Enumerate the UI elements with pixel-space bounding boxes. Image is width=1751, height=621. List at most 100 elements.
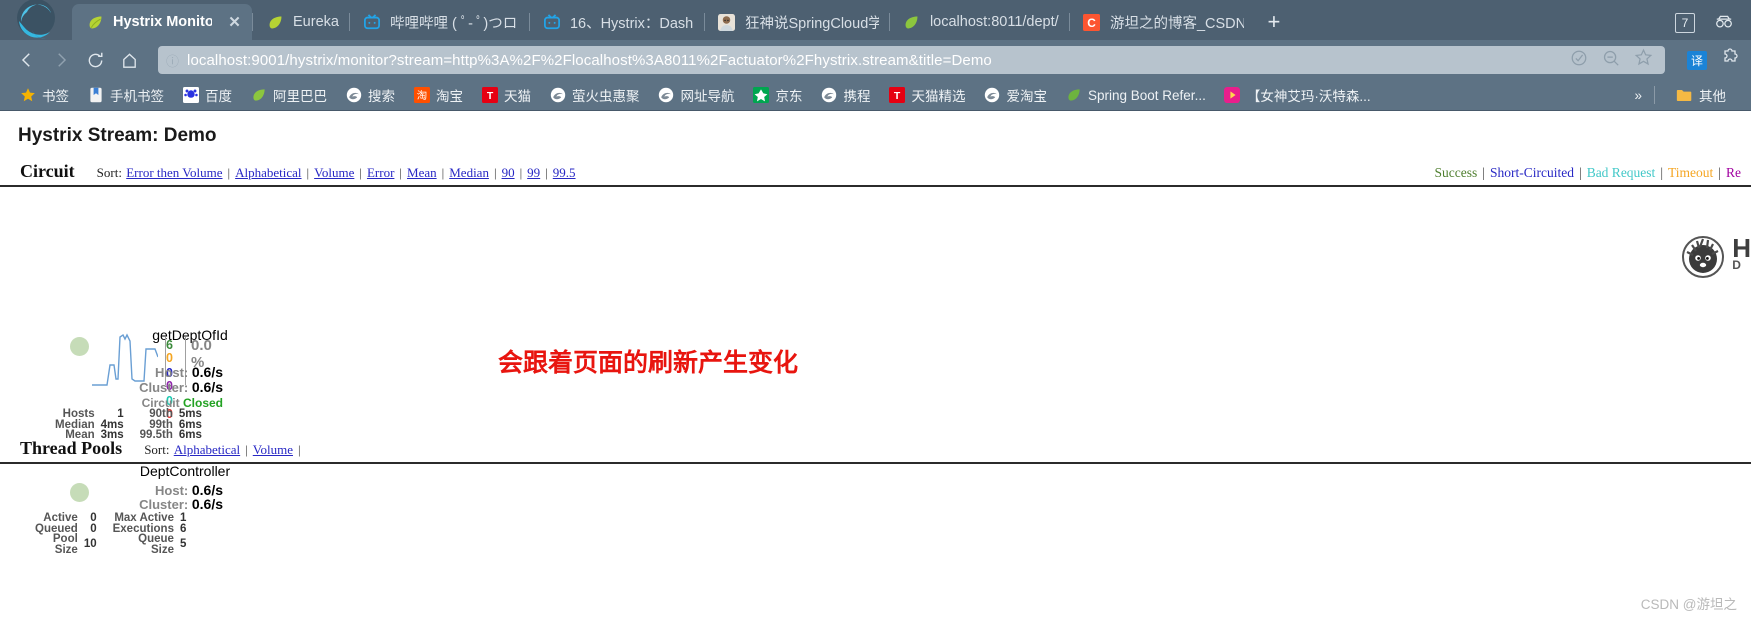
- tab-kuangshenshuo[interactable]: 狂神说SpringCloud学: [703, 4, 889, 40]
- svg-text:T: T: [894, 91, 901, 102]
- bookmark-item-xiecheng[interactable]: 携程: [812, 82, 880, 108]
- tab-csdn-blog[interactable]: C 游坦之的博客_CSDN博: [1068, 4, 1254, 40]
- bookmark-item-emma-watson-video[interactable]: 【女神艾玛·沃特森...: [1215, 82, 1380, 108]
- svg-text:C: C: [1088, 15, 1097, 29]
- bookmarks-overflow-button[interactable]: »: [1634, 88, 1642, 103]
- bookmark-item-shuqian[interactable]: 书签: [10, 82, 78, 108]
- bookmark-item-aitaobao[interactable]: 爱淘宝: [975, 82, 1057, 108]
- bookmark-label: 天猫: [504, 89, 531, 104]
- tab-hystrix-monitor[interactable]: Hystrix Monitor ✕: [72, 4, 252, 40]
- extensions-icon[interactable]: [1721, 47, 1741, 73]
- sort-median[interactable]: Median: [449, 165, 489, 180]
- hystrix-logo: H D: [1680, 234, 1751, 280]
- legend-short-circuited: Short-Circuited: [1489, 165, 1574, 180]
- tp-sort-alphabetical[interactable]: Alphabetical: [174, 442, 240, 457]
- threadpool-cluster-rate: Cluster: 0.6/s: [139, 496, 223, 512]
- circuit-section-header: Circuit Sort: Error then Volume | Alphabet…: [0, 161, 1751, 187]
- url-text[interactable]: localhost:9001/hystrix/monitor?stream=ht…: [187, 52, 1562, 69]
- bookmark-label: 书签: [42, 89, 69, 104]
- bookmark-item-tmall[interactable]: T 天猫: [472, 82, 540, 108]
- stat-value: 5: [179, 538, 187, 551]
- tab-count-badge[interactable]: 7: [1675, 12, 1695, 33]
- omnibox-actions: [1570, 48, 1657, 72]
- bookmark-item-taobao[interactable]: 淘 淘宝: [404, 82, 472, 108]
- threadpool-heading: Thread Pools: [20, 438, 123, 458]
- table-row: Pool Size 10 Queue Size 5: [35, 533, 187, 556]
- csdn-watermark: CSDN @游坦之: [1640, 597, 1737, 612]
- back-button[interactable]: [10, 43, 44, 77]
- bookmark-label: 爱淘宝: [1006, 89, 1048, 104]
- avatar-icon: [718, 13, 736, 31]
- legend-bad-request: Bad Request: [1586, 165, 1656, 180]
- stat-label: Max Active: [114, 512, 174, 524]
- bilibili-icon: [543, 13, 561, 31]
- bookmark-label: Spring Boot Refer...: [1088, 87, 1206, 103]
- stat-label: Queue Size: [138, 533, 174, 556]
- stat-value: 0: [90, 522, 97, 535]
- bookmark-item-alibaba[interactable]: 阿里巴巴: [241, 82, 336, 108]
- tp-sort-volume[interactable]: Volume: [253, 442, 293, 457]
- bookmark-label: 【女神艾玛·沃特森...: [1246, 89, 1371, 104]
- sort-90[interactable]: 90: [502, 165, 515, 180]
- tab-hystrix-dashboard-video[interactable]: 16、Hystrix：Dashbo: [528, 4, 704, 40]
- translate-badge[interactable]: 译: [1686, 50, 1707, 70]
- legend-timeout: Timeout: [1668, 165, 1714, 180]
- bookmark-item-phone[interactable]: 手机书签: [78, 82, 173, 108]
- sort-99[interactable]: 99: [527, 165, 540, 180]
- taobao-icon: 淘: [413, 87, 430, 104]
- bookmark-label: 阿里巴巴: [273, 89, 327, 104]
- stat-value: 1: [117, 408, 124, 420]
- bookmark-item-yinghuochong[interactable]: 萤火虫惠聚: [540, 82, 649, 108]
- bookmark-item-baidu[interactable]: 百度: [173, 82, 241, 108]
- bookmark-item-jd[interactable]: 京东: [744, 82, 812, 108]
- bookmark-folder-other[interactable]: 其他: [1667, 82, 1735, 108]
- stat-value: 1: [179, 512, 187, 524]
- circuit-legend: Success | Short-Circuited | Bad Request | Time…: [1434, 165, 1741, 180]
- baidu-icon: [182, 87, 199, 104]
- sort-volume[interactable]: Volume: [314, 165, 354, 180]
- tab-eureka[interactable]: Eureka: [252, 4, 349, 40]
- bookmark-item-sousuo[interactable]: 搜索: [336, 82, 404, 108]
- tab-localhost-8011[interactable]: localhost:8011/dept/a: [888, 4, 1069, 40]
- bookmark-item-spring-boot-reference[interactable]: Spring Boot Refer...: [1056, 82, 1215, 108]
- sort-mean[interactable]: Mean: [407, 165, 437, 180]
- bookmark-label: 携程: [843, 89, 871, 104]
- incognito-icon[interactable]: [1713, 11, 1735, 34]
- stat-value: 10: [83, 538, 97, 551]
- favorite-star-icon[interactable]: [1634, 48, 1653, 72]
- tab-label: 狂神说SpringCloud学: [744, 15, 879, 32]
- bookmark-item-wangzhidaohang[interactable]: 网址导航: [649, 82, 744, 108]
- new-tab-button[interactable]: +: [1254, 4, 1294, 40]
- tab-bilibili[interactable]: 哔哩哔哩 ( ﾟ- ﾟ)つロ ㄱ: [348, 4, 529, 40]
- svg-text:淘: 淘: [416, 89, 426, 102]
- spring-leaf-icon: [266, 13, 284, 31]
- address-bar[interactable]: ⓘ localhost:9001/hystrix/monitor?stream=…: [158, 46, 1665, 74]
- bookmark-item-tmall-jingxuan[interactable]: T 天猫精选: [880, 82, 975, 108]
- bookmark-label: 百度: [205, 89, 232, 104]
- info-icon[interactable]: ⓘ: [166, 51, 179, 70]
- spring-leaf-icon: [86, 13, 104, 31]
- bookmarks-overflow: » 其他: [1634, 82, 1741, 108]
- reading-mode-icon[interactable]: [1570, 49, 1588, 72]
- hystrix-porcupine-icon: [1682, 236, 1725, 278]
- navbar-right-controls: 译: [1677, 47, 1741, 73]
- folder-icon: [1676, 87, 1693, 104]
- sort-alphabetical[interactable]: Alphabetical: [235, 165, 301, 180]
- close-icon[interactable]: ✕: [227, 13, 242, 31]
- sort-error[interactable]: Error: [367, 165, 394, 180]
- circuit-health-circle: [70, 337, 89, 356]
- bookmark-folder-label: 其他: [1699, 89, 1726, 104]
- forward-button[interactable]: [44, 43, 78, 77]
- home-button[interactable]: [112, 43, 146, 77]
- stat-value: 6: [179, 522, 187, 535]
- bookmark-label: 网址导航: [680, 89, 735, 104]
- sort-995[interactable]: 99.5: [553, 165, 576, 180]
- zoom-out-icon[interactable]: [1602, 49, 1620, 72]
- star-icon: [19, 87, 36, 104]
- sort-error-then-volume[interactable]: Error then Volume: [126, 165, 222, 180]
- navigation-bar: ⓘ localhost:9001/hystrix/monitor?stream=…: [0, 40, 1751, 80]
- legend-rejected: Re: [1726, 165, 1741, 180]
- sort-label: Sort:: [144, 442, 170, 457]
- svg-text:T: T: [486, 91, 493, 102]
- reload-button[interactable]: [78, 43, 112, 77]
